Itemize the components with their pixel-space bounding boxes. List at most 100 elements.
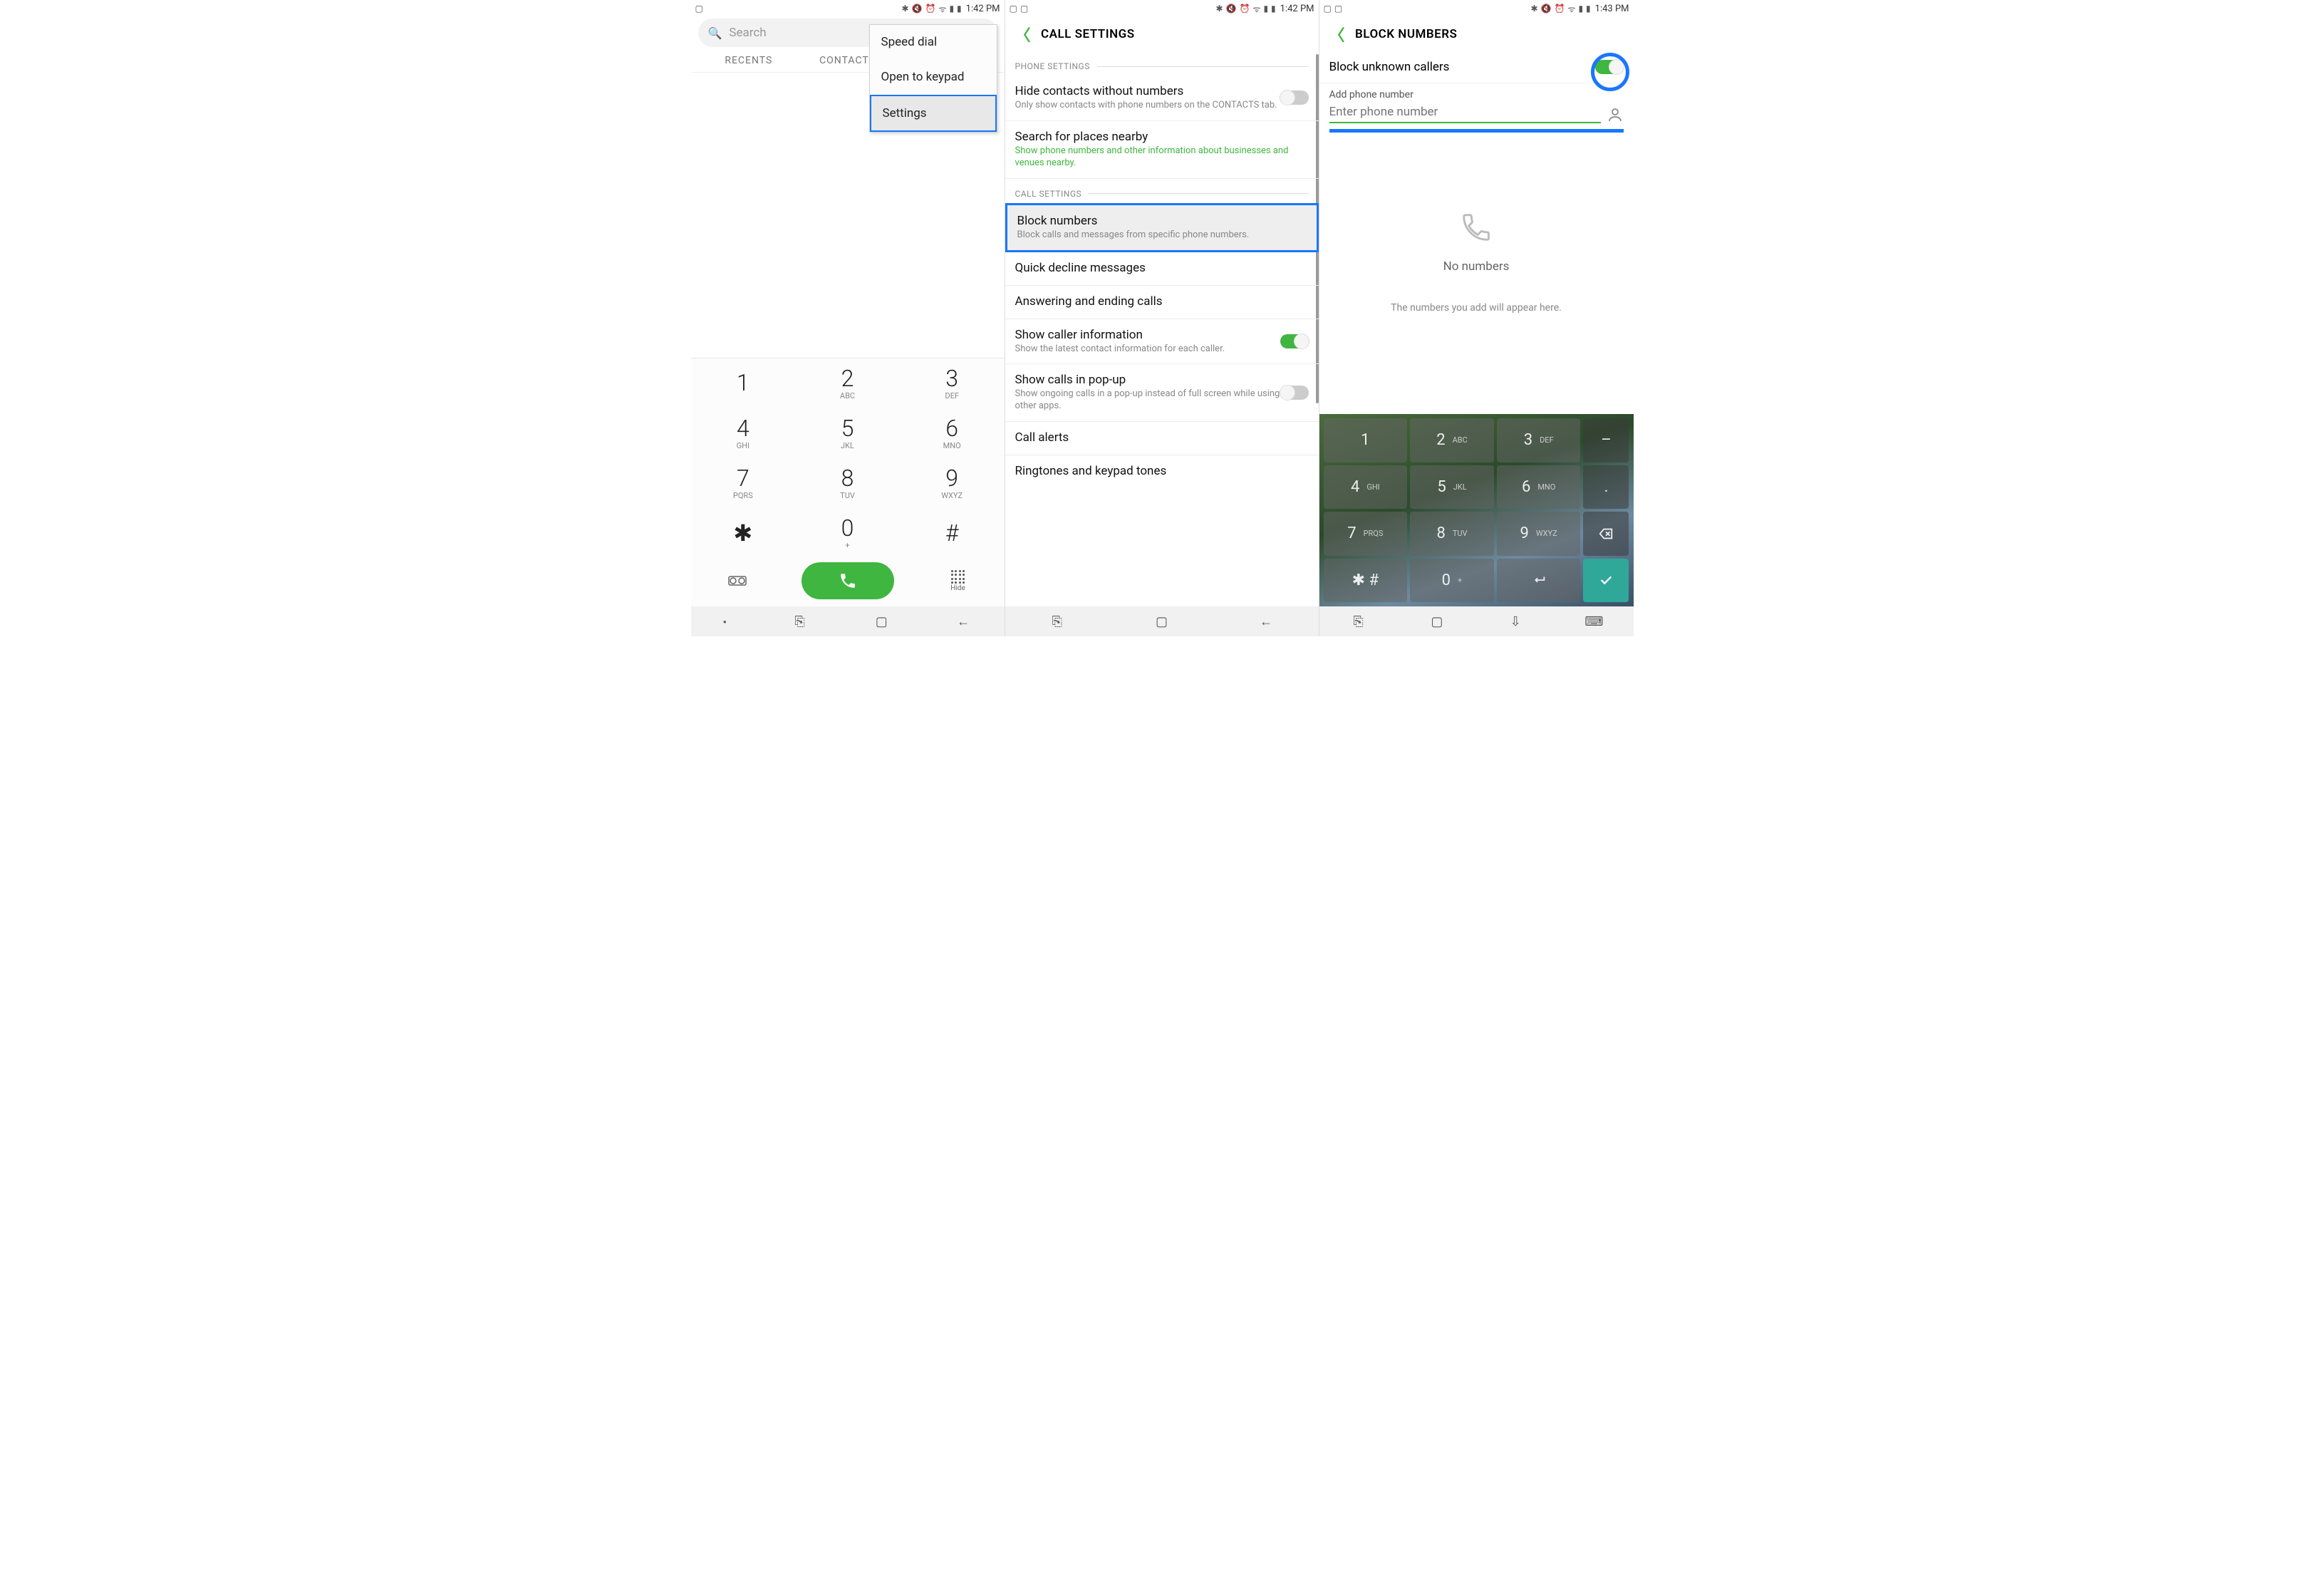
kbd-key-9[interactable]: 9WXYZ [1497,512,1581,556]
mute-icon: 🔇 [1541,4,1552,14]
dial-key-3[interactable]: 3DEF [900,358,1005,408]
status-time: 1:42 PM [1280,4,1314,14]
nav-recents-icon[interactable]: ⎘ [792,613,809,630]
kbd-key-backspace[interactable] [1583,512,1629,556]
kbd-key-0[interactable]: 0+ [1410,559,1494,603]
phone-number-input[interactable] [1329,100,1601,123]
wifi-icon: ᯤ [1567,3,1575,15]
wifi-icon: ᯤ [938,3,946,15]
battery-icon: ▮ [957,4,962,14]
screen-call-settings: ▢▢ ✱ 🔇 ⏰ ᯤ ▮ ▮ 1:42 PM 〈 CALL SETTINGS P… [1005,0,1319,636]
hide-keypad-button[interactable]: Hide [930,570,987,592]
alarm-icon: ⏰ [1555,4,1565,14]
signal-icon: ▮ [1578,4,1583,14]
sim-icon: ▢ [695,4,703,14]
nav-back-icon[interactable]: ← [955,613,972,630]
dial-key-1[interactable]: 1 [691,358,796,408]
mute-icon: 🔇 [912,4,923,14]
nav-back-icon[interactable]: ⇩ [1507,613,1524,630]
row-caller-info[interactable]: Show caller information Show the latest … [1005,319,1319,365]
kbd-key-period[interactable]: . [1583,465,1629,510]
page-title: CALL SETTINGS [1041,27,1135,41]
bluetooth-icon: ✱ [902,4,909,14]
android-nav-bar: ● ⎘ ▢ ← [691,606,1005,636]
status-bar: ▢▢ ✱ 🔇 ⏰ ᯤ ▮ ▮ 1:43 PM [1319,0,1634,17]
phone-outline-icon [1460,211,1493,252]
dial-key-5[interactable]: 5JKL [795,408,900,458]
nav-home-icon[interactable]: ▢ [1428,613,1446,630]
android-nav-bar: ⎘ ▢ ← [1005,606,1319,636]
row-answering-ending[interactable]: Answering and ending calls [1005,286,1319,319]
nav-recents-icon[interactable]: ⎘ [1049,613,1066,630]
titlebar: 〈 BLOCK NUMBERS [1319,17,1634,51]
numeric-keyboard: 1 2ABC 3DEF – 4GHI 5JKL 6MNO . 7PRQS 8TU… [1319,414,1634,606]
titlebar: 〈 CALL SETTINGS [1005,17,1319,51]
status-time: 1:42 PM [966,4,1000,14]
row-block-numbers[interactable]: Block numbers Block calls and messages f… [1005,203,1319,252]
kbd-key-3[interactable]: 3DEF [1497,418,1581,462]
signal-icon: ▮ [949,4,954,14]
dial-key-6[interactable]: 6MNO [900,408,1005,458]
kbd-key-star-hash[interactable]: ✱ # [1324,559,1408,603]
nav-recents-icon[interactable]: ⎘ [1350,613,1367,630]
sim-icon: ▢ [1020,4,1028,14]
voicemail-icon[interactable] [709,574,766,587]
section-call-settings: CALL SETTINGS [1005,179,1319,203]
menu-open-keypad[interactable]: Open to keypad [870,60,997,95]
row-call-alerts[interactable]: Call alerts [1005,422,1319,455]
android-nav-bar: ⎘ ▢ ⇩ ⌨ [1319,606,1634,636]
kbd-key-4[interactable]: 4GHI [1324,465,1408,510]
status-bar: ▢▢ ✱ 🔇 ⏰ ᯤ ▮ ▮ 1:42 PM [1005,0,1319,17]
toggle-calls-popup[interactable] [1280,386,1309,400]
nav-keyboard-icon[interactable]: ⌨ [1585,613,1602,630]
row-calls-popup[interactable]: Show calls in pop-up Show ongoing calls … [1005,364,1319,422]
kbd-key-6[interactable]: 6MNO [1497,465,1581,510]
menu-speed-dial[interactable]: Speed dial [870,25,997,60]
nav-back-icon[interactable]: ← [1257,613,1275,630]
kbd-key-8[interactable]: 8TUV [1410,512,1494,556]
wifi-icon: ᯤ [1252,3,1260,15]
back-icon[interactable]: 〈 [1015,23,1032,46]
kbd-key-2[interactable]: 2ABC [1410,418,1494,462]
nav-home-icon[interactable]: ▢ [1153,613,1170,630]
kbd-key-minus[interactable]: – [1583,418,1629,462]
dial-key-4[interactable]: 4GHI [691,408,796,458]
row-hide-contacts[interactable]: Hide contacts without numbers Only show … [1005,76,1319,121]
row-ringtones[interactable]: Ringtones and keypad tones [1005,455,1319,488]
kbd-key-1[interactable]: 1 [1324,418,1408,462]
image-icon: ▢ [1324,4,1332,14]
kbd-key-5[interactable]: 5JKL [1410,465,1494,510]
status-time: 1:43 PM [1595,4,1629,14]
contacts-picker-icon[interactable] [1607,106,1624,123]
sim-icon: ▢ [1334,4,1342,14]
toggle-caller-info[interactable] [1280,334,1309,348]
kbd-key-done[interactable] [1583,559,1629,603]
kbd-key-return[interactable] [1497,559,1581,603]
empty-state: No numbers The numbers you add will appe… [1319,133,1634,414]
row-quick-decline[interactable]: Quick decline messages [1005,252,1319,286]
bluetooth-icon: ✱ [1216,4,1223,14]
dial-key-0[interactable]: 0+ [795,508,900,558]
dial-key-hash[interactable]: # [900,508,1005,558]
row-search-places[interactable]: Search for places nearby Show phone numb… [1005,121,1319,179]
dialpad: 1 2ABC 3DEF 4GHI 5JKL 6MNO 7PQRS 8TUV 9W… [691,358,1005,606]
kbd-key-7[interactable]: 7PRQS [1324,512,1408,556]
back-icon[interactable]: 〈 [1329,23,1346,46]
dial-key-9[interactable]: 9WXYZ [900,458,1005,508]
call-button[interactable] [802,562,894,599]
dial-key-7[interactable]: 7PQRS [691,458,796,508]
empty-hint: The numbers you add will appear here. [1391,302,1562,314]
alarm-icon: ⏰ [1240,4,1250,14]
status-bar: ▢ ✱ 🔇 ⏰ ᯤ ▮ ▮ 1:42 PM [691,0,1005,17]
dial-key-8[interactable]: 8TUV [795,458,900,508]
menu-settings[interactable]: Settings [870,95,997,132]
dial-key-2[interactable]: 2ABC [795,358,900,408]
toggle-hide-contacts[interactable] [1280,91,1309,105]
row-block-unknown[interactable]: Block unknown callers [1319,51,1634,83]
search-icon: 🔍 [708,26,722,40]
nav-home-icon[interactable]: ▢ [873,613,890,630]
battery-icon: ▮ [1586,4,1591,14]
highlight-circle [1591,53,1629,91]
dial-key-star[interactable]: ✱ [691,508,796,558]
tab-recents[interactable]: RECENTS [700,55,799,66]
